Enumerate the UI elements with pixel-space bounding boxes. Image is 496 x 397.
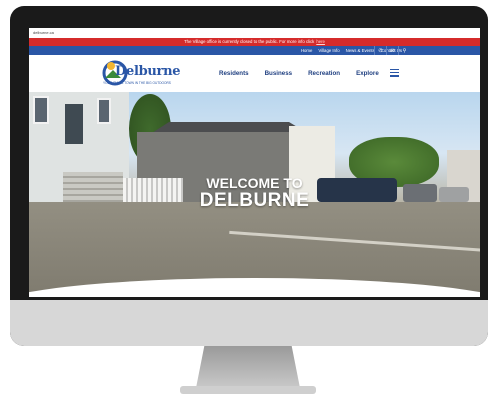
monitor-chin [10, 300, 488, 346]
hero-banner: WELCOME TO DELBURNE [29, 92, 480, 297]
mail-icon[interactable]: ✉ [386, 46, 398, 55]
search-icon[interactable]: ⚲ [398, 46, 410, 55]
monitor-stand [196, 346, 300, 388]
phone-icon[interactable]: ✆ [374, 46, 386, 55]
screen: delburne.ca The Village office is curren… [29, 28, 480, 297]
nav-explore[interactable]: Explore [356, 70, 379, 77]
hero-heading-line1: WELCOME TO [206, 175, 303, 191]
hamburger-icon[interactable] [390, 69, 399, 77]
alert-bar: The Village office is currently closed t… [29, 38, 480, 46]
util-link-village-info[interactable]: Village Info [318, 48, 339, 53]
monitor-stand-base [180, 386, 316, 394]
logo-tagline: YOUR SMALL TOWN IN THE BIG OUTDOORS [103, 81, 171, 85]
util-link-home[interactable]: Home [301, 48, 312, 53]
site-logo[interactable]: Delburne YOUR SMALL TOWN IN THE BIG OUTD… [99, 58, 181, 88]
nav-residents[interactable]: Residents [219, 70, 249, 77]
nav-business[interactable]: Business [265, 70, 293, 77]
util-link-news-events[interactable]: News & Events [346, 48, 375, 53]
nav-recreation[interactable]: Recreation [308, 70, 340, 77]
hero-heading-line2: DELBURNE [199, 190, 310, 211]
main-nav: Delburne YOUR SMALL TOWN IN THE BIG OUTD… [29, 55, 480, 92]
logo-wordmark: Delburne [115, 64, 181, 79]
utility-nav: Home Village Info News & Events Contact … [29, 46, 480, 55]
url-text: delburne.ca [33, 30, 54, 35]
alert-message: The Village office is currently closed t… [184, 39, 315, 44]
alert-link[interactable]: here [316, 39, 325, 44]
